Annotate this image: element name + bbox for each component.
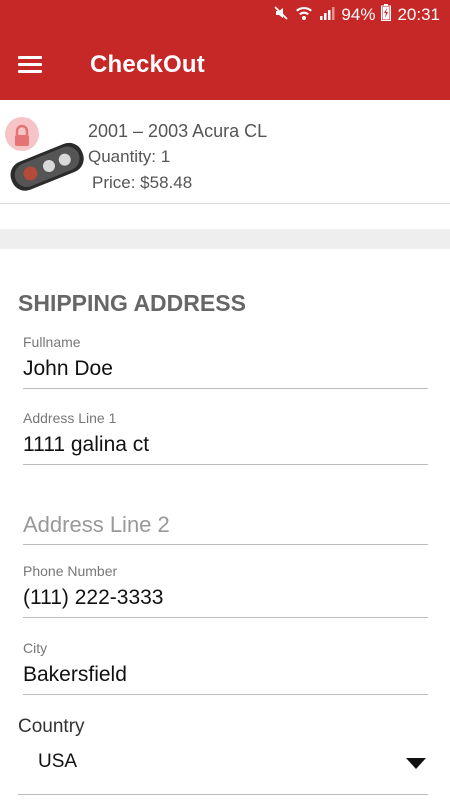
address-line-1-field[interactable]: Address Line 1 1111 galina ct xyxy=(23,408,428,465)
hamburger-menu-icon[interactable] xyxy=(18,56,42,74)
city-label: City xyxy=(23,640,48,656)
product-quantity: Quantity: 1 xyxy=(88,147,171,166)
shipping-section-title: SHIPPING ADDRESS xyxy=(18,290,246,316)
country-selected-value: USA xyxy=(38,751,78,772)
address-line-2-field[interactable]: Address Line 2 xyxy=(23,508,428,545)
status-bar: 94% 20:31 xyxy=(0,0,450,30)
section-divider xyxy=(0,229,450,249)
product-image xyxy=(2,114,86,198)
product-name: 2001 – 2003 Acura CL xyxy=(88,121,268,141)
country-label: Country xyxy=(18,716,85,737)
city-underline xyxy=(23,694,428,695)
dropdown-arrow-icon[interactable] xyxy=(406,758,426,769)
fullname-label: Fullname xyxy=(23,334,81,350)
clock: 20:31 xyxy=(397,5,440,24)
fullname-underline xyxy=(23,388,428,389)
wifi-icon xyxy=(295,5,313,26)
address-line-1-input[interactable]: 1111 galina ct xyxy=(23,428,428,462)
product-price: Price: $58.48 xyxy=(92,173,193,192)
phone-number-underline xyxy=(23,617,428,618)
city-input[interactable]: Bakersfield xyxy=(23,658,428,692)
mute-icon xyxy=(273,5,289,26)
battery-icon xyxy=(381,4,392,26)
country-select[interactable]: USA xyxy=(18,744,428,795)
address-line-1-underline xyxy=(23,464,428,465)
page-title: CheckOut xyxy=(90,51,205,78)
city-field[interactable]: City Bakersfield xyxy=(23,638,428,695)
app-bar: CheckOut xyxy=(0,30,450,100)
battery-percent: 94% xyxy=(341,5,376,24)
cart-item[interactable]: 2001 – 2003 Acura CL Quantity: 1 Price: … xyxy=(0,100,450,204)
address-line-1-label: Address Line 1 xyxy=(23,410,117,426)
phone-number-input[interactable]: (111) 222-3333 xyxy=(23,581,428,615)
phone-number-field[interactable]: Phone Number (111) 222-3333 xyxy=(23,561,428,618)
fullname-input[interactable]: John Doe xyxy=(23,352,428,386)
fullname-field[interactable]: Fullname John Doe xyxy=(23,332,428,389)
phone-number-label: Phone Number xyxy=(23,563,118,579)
address-line-2-underline xyxy=(23,544,428,545)
address-line-2-input[interactable]: Address Line 2 xyxy=(23,508,428,542)
country-underline xyxy=(18,794,428,795)
signal-icon xyxy=(319,5,335,26)
